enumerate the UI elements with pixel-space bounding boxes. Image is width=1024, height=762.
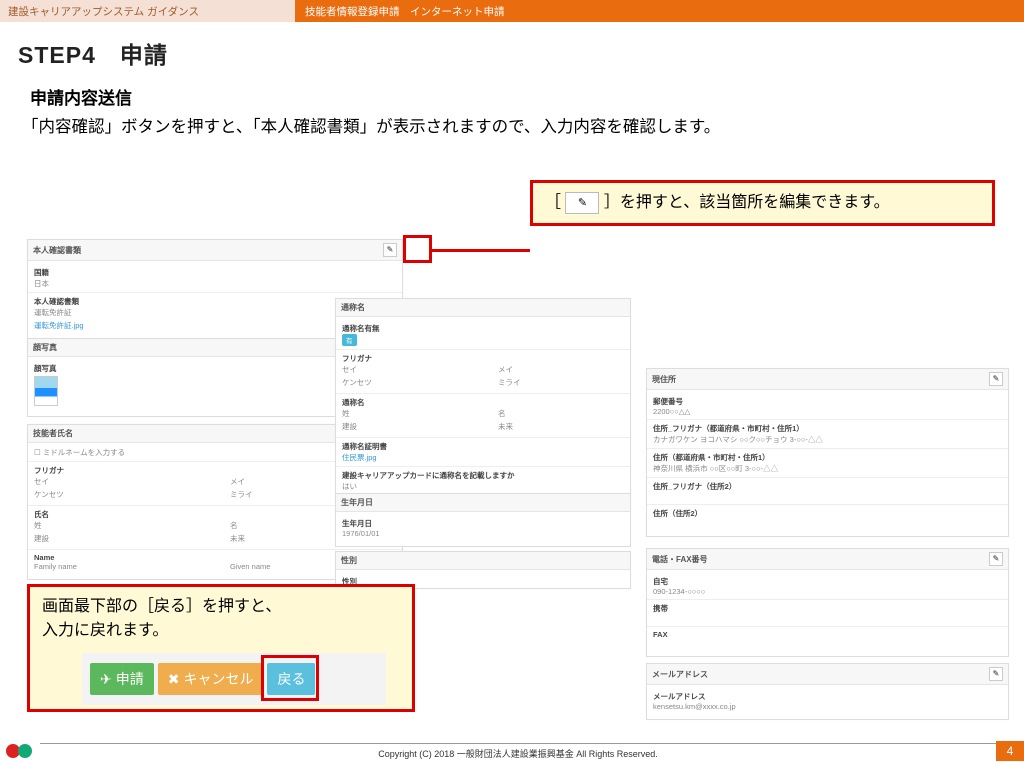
callout-back: 画面最下部の［戻る］を押すと、 入力に戻れます。 ✈ 申請 ✖ キャンセル 戻る [27,584,415,712]
face-photo-thumb [34,376,58,406]
back-button[interactable]: 戻る [267,663,315,695]
page-number: 4 [996,741,1024,761]
pencil-icon[interactable]: ✎ [989,667,1003,681]
file-link[interactable]: 住民票.jpg [342,452,624,463]
pencil-icon[interactable]: ✎ [383,243,397,257]
highlight-pencil [403,235,432,263]
callout-edit: ［ ✎ ］を押すと、該当箇所を編集できます。 [530,180,995,226]
topbar-right: 技能者情報登録申請 インターネット申請 [295,0,1024,22]
panel-alias: 通称名 通称名有無 有 フリガナ セイケンセツ メイミライ 通称名 姓建設 名未… [335,298,631,501]
pencil-icon: ✎ [565,192,599,214]
pencil-icon[interactable]: ✎ [989,372,1003,386]
footer: Copyright (C) 2018 一般財団法人建設業振興基金 All Rig… [0,740,1024,762]
apply-button[interactable]: ✈ 申請 [90,663,154,695]
pencil-icon[interactable]: ✎ [989,552,1003,566]
step-title: STEP4 申請 [0,22,1024,76]
footer-copyright: Copyright (C) 2018 一般財団法人建設業振興基金 All Rig… [40,743,996,760]
panel-phone: 電話・FAX番号 ✎ 自宅 090-1234-○○○○ 携帯 FAX [646,548,1009,657]
topbar-left: 建設キャリアアップシステム ガイダンス [0,0,295,22]
section-subtitle: 申請内容送信 [0,76,1024,111]
badge-has: 有 [342,334,357,346]
section-desc: 「内容確認」ボタンを押すと、「本人確認書類」が表示されますので、入力内容を確認し… [0,111,1024,137]
panel-title: 本人確認書類 [33,245,81,256]
panel-address: 現住所 ✎ 郵便番号 2200○○△△ 住所_フリガナ（都道府県・市町村・住所1… [646,368,1009,537]
paper-plane-icon: ✈ [100,671,112,688]
panel-email: メールアドレス ✎ メールアドレス kensetsu.km@xxxx.co.jp [646,663,1009,720]
close-icon: ✖ [168,671,180,688]
leader-line [432,249,530,252]
panel-birthdate: 生年月日 生年月日 1976/01/01 [335,493,631,547]
footer-logo [0,743,40,759]
topbar: 建設キャリアアップシステム ガイダンス 技能者情報登録申請 インターネット申請 [0,0,1024,22]
cancel-button[interactable]: ✖ キャンセル [158,663,264,695]
